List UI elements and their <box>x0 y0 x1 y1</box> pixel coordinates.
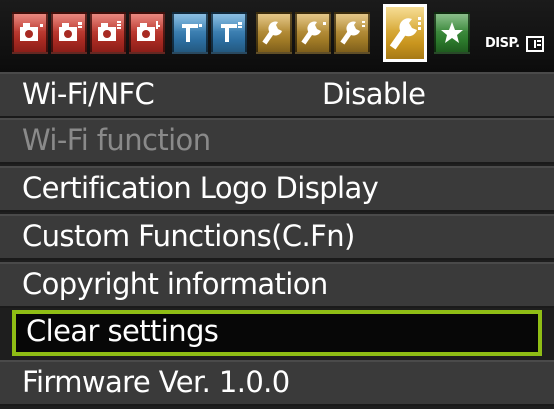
wrench-icon <box>262 21 282 45</box>
menu-item-label: Clear settings <box>26 314 219 348</box>
tab-setup-active[interactable] <box>383 4 427 62</box>
tab-playback-2[interactable] <box>211 12 247 54</box>
menu-item-label: Custom Functions(C.Fn) <box>22 219 355 253</box>
menu-item-label: Wi-Fi function <box>22 123 211 157</box>
tab-playback-1[interactable] <box>172 12 208 54</box>
menu-item-label: Copyright information <box>22 267 328 301</box>
menu-info-icon <box>526 36 544 52</box>
menu-item-firmware[interactable]: Firmware Ver. 1.0.0 <box>0 360 554 406</box>
menu-item-copyright[interactable]: Copyright information <box>0 262 554 308</box>
camera-icon <box>20 23 43 41</box>
tab-shooting-3[interactable] <box>90 12 126 54</box>
tab-setup-1[interactable] <box>256 12 292 54</box>
menu-item-label: Wi-Fi/NFC <box>22 77 155 111</box>
menu-tab-bar: DISP. <box>0 0 554 72</box>
tab-shooting-4[interactable] <box>129 12 165 54</box>
disp-button-hint: DISP. <box>485 36 520 51</box>
menu-item-label: Firmware Ver. 1.0.0 <box>22 365 290 399</box>
tab-shooting-1[interactable] <box>12 12 48 54</box>
camera-menu-screen: DISP. Wi-Fi/NFC Disable Wi-Fi function C… <box>0 0 554 409</box>
disp-label: DISP. <box>485 36 520 51</box>
menu-item-certification-logo[interactable]: Certification Logo Display <box>0 166 554 212</box>
camera-icon <box>137 21 160 41</box>
menu-item-label: Certification Logo Display <box>22 171 379 205</box>
camera-icon <box>98 21 121 41</box>
camera-icon <box>59 22 82 41</box>
tab-shooting-2[interactable] <box>51 12 87 54</box>
tab-setup-3[interactable] <box>334 12 370 54</box>
play-icon <box>221 22 242 42</box>
wrench-icon <box>340 21 365 45</box>
play-icon <box>182 24 202 42</box>
tab-setup-2[interactable] <box>295 12 331 54</box>
tab-my-menu[interactable] <box>434 12 470 54</box>
star-icon <box>441 22 463 43</box>
setup-menu-list: Wi-Fi/NFC Disable Wi-Fi function Certifi… <box>0 72 554 409</box>
menu-item-wifi-nfc[interactable]: Wi-Fi/NFC Disable <box>0 72 554 118</box>
wrench-icon <box>389 17 421 50</box>
menu-item-clear-settings[interactable]: Clear settings <box>12 310 542 356</box>
menu-item-custom-functions[interactable]: Custom Functions(C.Fn) <box>0 214 554 260</box>
menu-item-value: Disable <box>322 77 426 111</box>
wrench-icon <box>301 21 326 45</box>
menu-item-wifi-function: Wi-Fi function <box>0 118 554 164</box>
